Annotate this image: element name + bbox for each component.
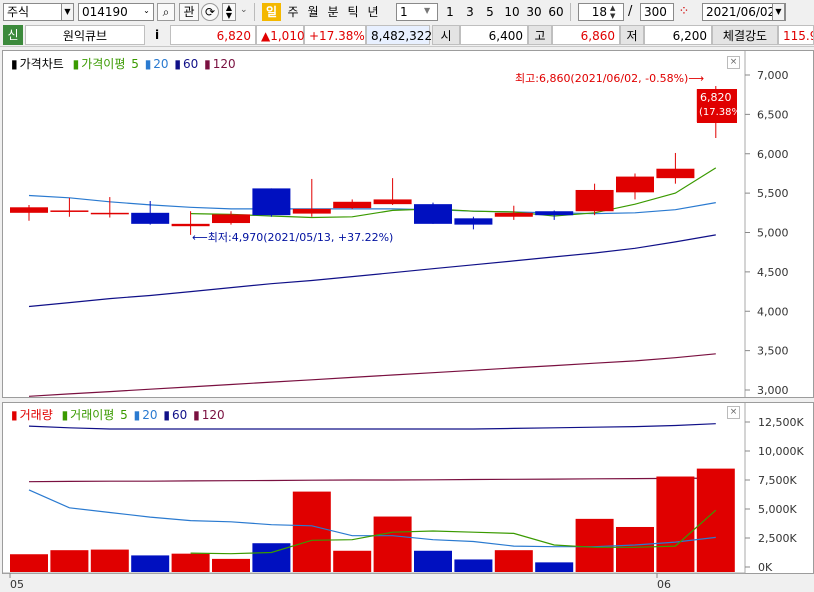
low-label: 저	[620, 25, 644, 45]
interval-30-button[interactable]: 30	[524, 3, 544, 21]
legend-vol-ma-label: 거래이평	[70, 408, 115, 422]
date-value: 2021/06/02	[706, 5, 776, 19]
legend-marker: ▮	[11, 57, 18, 71]
interval-value: 1	[400, 5, 408, 19]
display-count-stepper[interactable]: ▲ ▼	[610, 4, 615, 20]
market-type-select[interactable]: 주식	[3, 3, 63, 21]
x-tick-label: 05	[10, 578, 24, 591]
legend-marker: ▮	[163, 408, 170, 422]
display-count-value: 18	[591, 5, 607, 19]
toolbar-divider	[254, 3, 255, 21]
toolbar: 주식 ▼ 014190 ⌄ ⌕ 관 ⟳ ▲ ▼ ⌄ 일 주 월 분 틱 년 1 ▼…	[0, 0, 814, 25]
interval-select[interactable]: 1	[396, 3, 438, 21]
toolbar-divider	[570, 3, 571, 21]
x-tick-label: 06	[657, 578, 671, 591]
interval-5-button[interactable]: 5	[482, 3, 498, 21]
legend-marker: ▮	[133, 408, 141, 422]
interval-1-button[interactable]: 1	[442, 3, 458, 21]
interval-3-button[interactable]: 3	[462, 3, 478, 21]
refresh-icon[interactable]: ⟳	[201, 3, 219, 21]
legend-volume-title: 거래량	[19, 408, 53, 422]
panel-close-icon[interactable]: ×	[727, 406, 740, 419]
search-icon[interactable]: ⌕	[157, 3, 175, 21]
legend-marker: ▮	[144, 57, 152, 71]
legend-ma60: 60	[183, 57, 199, 71]
period-minute-button[interactable]: 분	[325, 3, 341, 21]
period-weekly-button[interactable]: 주	[285, 3, 301, 21]
legend-marker: ▮	[72, 57, 80, 71]
period-yearly-button[interactable]: 년	[365, 3, 381, 21]
count-separator: /	[628, 4, 633, 19]
legend-marker: ▮	[174, 57, 182, 71]
market-type-value: 주식	[7, 5, 30, 19]
legend-price-title: 가격차트	[19, 57, 64, 71]
total-count-value: 300	[644, 5, 667, 19]
display-count-input[interactable]: 18	[578, 3, 624, 21]
price-chart-panel[interactable]: ▮ 가격차트 ▮ 가격이평 5 ▮ 20 ▮ 60 ▮ 120 ×	[2, 50, 814, 398]
zoom-icon[interactable]: ⁘	[676, 3, 692, 21]
open-label: 시	[432, 25, 460, 45]
period-monthly-button[interactable]: 월	[305, 3, 321, 21]
volume-legend: ▮ 거래량 ▮ 거래이평 5 ▮ 20 ▮ 60 ▮ 120	[11, 406, 227, 423]
panel-close-icon[interactable]: ×	[727, 56, 740, 69]
current-price: 6,820	[170, 25, 256, 45]
legend-marker: ▮	[11, 408, 18, 422]
legend-vol-ma5: 5	[120, 408, 128, 422]
interval-60-button[interactable]: 60	[546, 3, 566, 21]
credit-badge: 신	[3, 25, 23, 45]
stock-name: 원익큐브	[25, 25, 145, 45]
legend-ma120: 120	[212, 57, 236, 71]
interval-dropdown-icon[interactable]: ▼	[424, 6, 430, 15]
market-type-dropdown-icon[interactable]: ▼	[61, 3, 74, 21]
legend-marker: ▮	[61, 408, 69, 422]
high-price: 6,860	[552, 25, 620, 45]
stock-code-value: 014190	[82, 5, 128, 19]
price-legend: ▮ 가격차트 ▮ 가격이평 5 ▮ 20 ▮ 60 ▮ 120	[11, 55, 238, 72]
high-label: 고	[528, 25, 552, 45]
strength-label: 체결강도	[712, 25, 778, 45]
open-price: 6,400	[460, 25, 528, 45]
low-price: 6,200	[644, 25, 712, 45]
legend-ma20: 20	[153, 57, 169, 71]
prev-next-stepper[interactable]: ▲ ▼	[222, 3, 236, 21]
stepper-chevron-down-icon[interactable]: ⌄	[240, 5, 248, 15]
info-icon[interactable]: i	[148, 25, 166, 45]
legend-vol-ma20: 20	[142, 408, 158, 422]
legend-ma-label: 가격이평	[81, 57, 126, 71]
period-tick-button[interactable]: 틱	[345, 3, 361, 21]
change-percent: +17.38%	[304, 25, 366, 45]
volume-chart-panel[interactable]: ▮ 거래량 ▮ 거래이평 5 ▮ 20 ▮ 60 ▮ 120 ×	[2, 402, 814, 574]
interval-10-button[interactable]: 10	[502, 3, 522, 21]
legend-marker: ▮	[193, 408, 200, 422]
volume-value: 8,482,322	[366, 25, 432, 45]
quote-bar: 신 원익큐브 i 6,820 ▲1,010 +17.38% 8,482,322 …	[0, 24, 814, 47]
legend-marker: ▮	[204, 57, 211, 71]
legend-vol-ma60: 60	[171, 408, 188, 422]
price-change: ▲1,010	[256, 25, 305, 45]
date-dropdown-icon[interactable]: ▼	[772, 3, 785, 21]
period-daily-button[interactable]: 일	[262, 3, 281, 21]
code-chevron-down-icon[interactable]: ⌄	[140, 3, 153, 21]
interest-button[interactable]: 관	[179, 3, 199, 21]
total-count-input[interactable]: 300	[640, 3, 674, 21]
legend-ma5: 5	[131, 57, 139, 71]
strength-value: 115.9	[778, 25, 814, 45]
legend-vol-ma120: 120	[201, 408, 225, 422]
